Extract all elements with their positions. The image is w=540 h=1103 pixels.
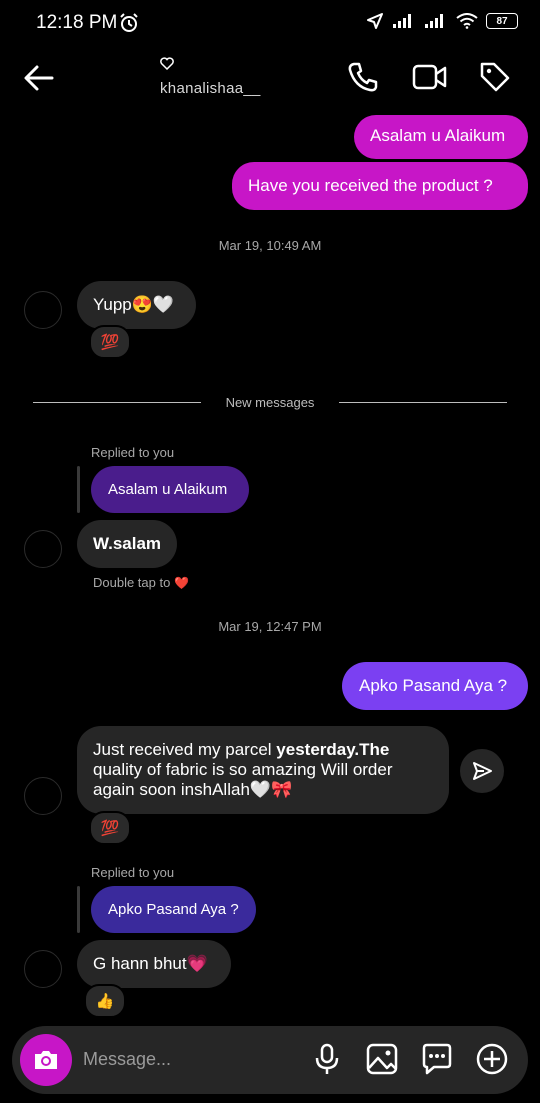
message-line: Just received my parcel yesterday.The (93, 740, 390, 759)
sticker-chat-icon[interactable] (420, 1042, 454, 1076)
status-time: 12:18 PM (36, 12, 118, 33)
outgoing-message[interactable]: Have you received the product ? (232, 162, 528, 210)
incoming-message[interactable]: Yupp😍🤍 (77, 281, 196, 329)
add-icon[interactable] (475, 1042, 509, 1076)
timestamp: Mar 19, 10:49 AM (218, 238, 322, 253)
hundred-emoji-icon: 💯 (100, 334, 120, 351)
reaction-badge[interactable]: 💯 (89, 811, 131, 845)
timestamp: Mar 19, 12:47 PM (218, 619, 322, 634)
avatar[interactable] (24, 950, 62, 988)
tag-icon[interactable] (478, 60, 512, 94)
heart-icon: ❤️ (173, 576, 189, 590)
thumbs-up-icon: 👍 (95, 993, 115, 1010)
video-call-icon[interactable] (412, 60, 447, 94)
chat-username[interactable]: khanalishaa__ (160, 80, 261, 97)
avatar[interactable] (24, 530, 62, 568)
status-icons: 87 (366, 12, 518, 30)
reply-quote[interactable]: Asalam u Alaikum (91, 466, 249, 513)
battery-icon: 87 (486, 13, 518, 29)
reaction-badge[interactable]: 💯 (89, 325, 131, 359)
reply-quote[interactable]: Apko Pasand Aya ? (91, 886, 256, 933)
double-tap-hint: Double tap to ❤️ (93, 575, 189, 590)
camera-button[interactable] (20, 1034, 72, 1086)
share-button[interactable] (460, 749, 504, 793)
status-bar: 12:18 PM 87 (0, 0, 540, 48)
reply-bar (77, 886, 80, 933)
reaction-badge[interactable]: 👍 (84, 984, 126, 1018)
incoming-message[interactable]: Just received my parcel yesterday.The qu… (77, 726, 449, 814)
outgoing-message[interactable]: Apko Pasand Aya ? (342, 662, 528, 710)
heart-outline-icon (160, 57, 174, 70)
phone-icon[interactable] (346, 60, 380, 94)
reply-bar (77, 466, 80, 513)
back-arrow-icon[interactable] (22, 62, 56, 94)
message-line: again soon inshAllah🤍🎀 (93, 780, 293, 799)
incoming-message[interactable]: W.salam (77, 520, 177, 568)
replied-label: Replied to you (91, 445, 175, 460)
location-icon (366, 12, 384, 30)
message-line: quality of fabric is so amazing Will ord… (93, 760, 393, 779)
avatar[interactable] (24, 777, 62, 815)
camera-icon (32, 1048, 60, 1072)
outgoing-message[interactable]: Asalam u Alaikum (354, 115, 528, 159)
replied-label: Replied to you (91, 865, 175, 880)
microphone-icon[interactable] (310, 1042, 344, 1076)
signal-icon (392, 13, 416, 29)
gallery-icon[interactable] (365, 1042, 399, 1076)
hundred-emoji-icon: 💯 (100, 820, 120, 837)
divider (339, 402, 507, 403)
signal-icon-2 (424, 13, 448, 29)
send-icon (471, 760, 493, 782)
message-input[interactable]: Message... (83, 1049, 171, 1070)
double-tap-text: Double tap to (93, 575, 171, 590)
avatar[interactable] (24, 291, 62, 329)
alarm-icon (118, 12, 140, 34)
incoming-message[interactable]: G hann bhut💗 (77, 940, 231, 988)
wifi-icon (456, 13, 478, 29)
